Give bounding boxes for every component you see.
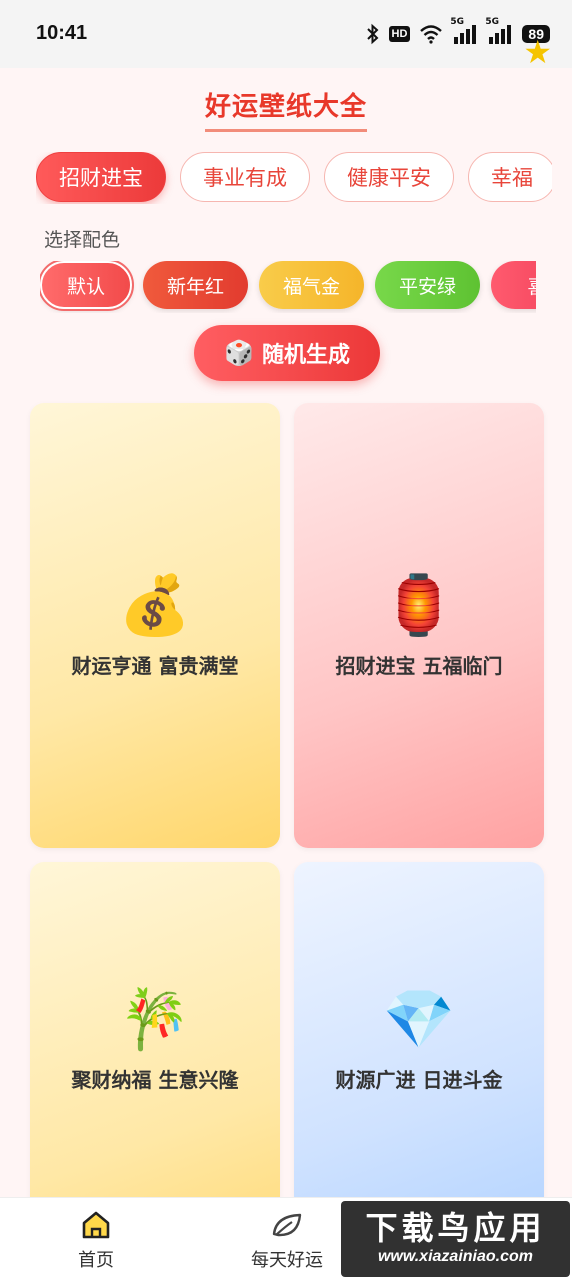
color-chip-joy[interactable]: 喜 xyxy=(491,261,536,309)
page-title: 好运壁纸大全 xyxy=(204,86,367,132)
tab-xingfu[interactable]: 幸福 xyxy=(468,152,552,202)
category-tabs: 招财进宝 事业有成 健康平安 幸福 xyxy=(36,152,552,204)
color-chip-lucky-gold[interactable]: 福气金 xyxy=(259,261,365,309)
wallpaper-card[interactable]: 🏮 招财进宝 五福临门 xyxy=(294,403,544,848)
nav-item-home[interactable]: 首页 xyxy=(36,1210,156,1272)
star-icon[interactable]: ★ xyxy=(523,36,552,68)
watermark-logo: 下载鸟应用 www.xiazainiao.com xyxy=(341,1201,570,1277)
color-chip-peace-green[interactable]: 平安绿 xyxy=(375,261,481,309)
tab-jiankang[interactable]: 健康平安 xyxy=(324,152,454,202)
card-text: 聚财纳福 生意兴隆 xyxy=(71,1068,239,1092)
color-options: 默认 新年红 福气金 平安绿 喜 xyxy=(40,261,536,313)
leaf-icon xyxy=(270,1210,304,1240)
nav-item-daily-luck[interactable]: 每天好运 xyxy=(227,1210,347,1272)
tab-shiye[interactable]: 事业有成 xyxy=(180,152,310,202)
wallpaper-card[interactable]: 💰 财运亨通 富贵满堂 xyxy=(30,403,280,848)
hd-icon: HD xyxy=(388,26,411,42)
home-icon xyxy=(80,1210,112,1240)
bluetooth-icon xyxy=(366,23,380,45)
card-text: 财源广进 日进斗金 xyxy=(335,1068,503,1092)
random-generate-button[interactable]: 🎲 随机生成 xyxy=(194,325,380,381)
red-lantern-icon: 🏮 xyxy=(382,571,456,639)
signal-5g-icon: 5G xyxy=(485,17,513,45)
watermark-title: 下载鸟应用 xyxy=(365,1209,546,1247)
random-generate-label: 随机生成 xyxy=(261,343,350,368)
wifi-icon xyxy=(419,24,443,44)
color-picker-label: 选择配色 xyxy=(44,229,121,251)
tab-zhaocai[interactable]: 招财进宝 xyxy=(36,152,166,202)
tanabata-tree-icon: 🎋 xyxy=(118,985,192,1053)
gem-icon: 💎 xyxy=(382,985,456,1053)
status-bar: 10:41 HD 5G 5G 89 ★ xyxy=(0,0,572,68)
signal-5g-icon: 5G xyxy=(450,17,478,45)
header: 好运壁纸大全 xyxy=(0,86,572,132)
money-bag-icon: 💰 xyxy=(118,571,192,639)
card-text: 财运亨通 富贵满堂 xyxy=(71,654,239,678)
watermark-url: www.xiazainiao.com xyxy=(377,1248,533,1265)
status-time: 10:41 xyxy=(36,22,88,44)
nav-label-home: 首页 xyxy=(78,1250,114,1271)
card-text: 招财进宝 五福临门 xyxy=(335,654,503,678)
color-chip-new-year-red[interactable]: 新年红 xyxy=(143,261,249,309)
color-chip-default[interactable]: 默认 xyxy=(40,261,134,311)
dice-icon: 🎲 xyxy=(224,339,254,367)
nav-label-daily-luck: 每天好运 xyxy=(251,1250,323,1271)
